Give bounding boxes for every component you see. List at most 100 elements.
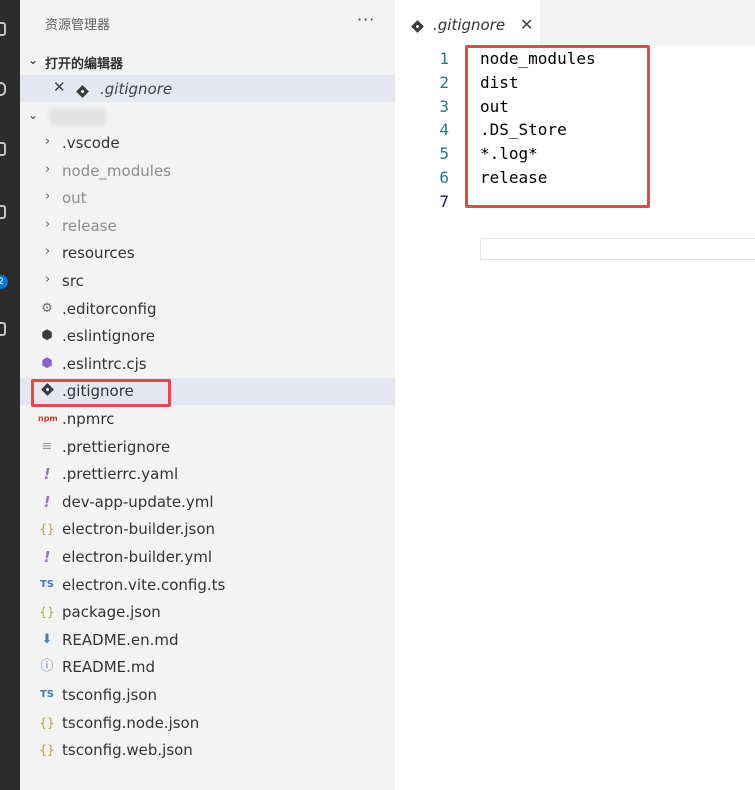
tab-label: .gitignore xyxy=(433,16,506,34)
open-editors-section[interactable]: ⌄ 打开的编辑器 xyxy=(20,51,395,73)
folder-item[interactable]: › node_modules xyxy=(20,158,395,185)
current-line-highlight xyxy=(480,238,755,260)
file-item[interactable]: ≡ .prettierignore xyxy=(20,434,395,461)
folder-item[interactable]: › resources xyxy=(20,240,395,267)
tree-item-label: .eslintignore xyxy=(62,327,155,346)
chevron-down-icon: ⌄ xyxy=(28,108,39,122)
file-item[interactable]: ⬢ .eslintrc.cjs xyxy=(20,351,395,378)
extensions-icon[interactable] xyxy=(0,322,6,336)
git-icon xyxy=(76,81,89,100)
chevron-right-icon: › xyxy=(45,134,51,149)
run-debug-icon[interactable] xyxy=(0,205,6,219)
tree-item-label: resources xyxy=(62,244,135,263)
file-item[interactable]: npm .npmrc xyxy=(20,406,395,433)
json-icon: {} xyxy=(39,605,55,620)
file-item[interactable]: {} tsconfig.web.json xyxy=(20,737,395,764)
file-item[interactable]: ! dev-app-update.yml xyxy=(20,489,395,516)
file-item[interactable]: {} electron-builder.json xyxy=(20,516,395,543)
tree-item-label: release xyxy=(62,216,117,235)
json-icon: {} xyxy=(39,715,55,730)
line-number: 6 xyxy=(439,168,449,187)
highlight-annotation-sidebar xyxy=(31,379,171,407)
tree-item-label: tsconfig.node.json xyxy=(62,713,200,732)
explorer-icon[interactable] xyxy=(0,22,6,36)
tab-gitignore[interactable]: .gitignore ✕ xyxy=(395,0,540,46)
tab-strip xyxy=(540,0,755,46)
file-item[interactable]: ⬢ .eslintignore xyxy=(20,323,395,350)
close-icon[interactable]: ✕ xyxy=(53,78,66,96)
tree-item-label: .npmrc xyxy=(62,410,115,428)
line-number: 5 xyxy=(439,144,449,164)
line-number: 3 xyxy=(439,96,449,116)
activity-bar: 2 xyxy=(0,0,20,790)
chevron-right-icon: › xyxy=(45,244,51,260)
tree-item-label: out xyxy=(62,189,87,208)
tree-item-label: electron-builder.yml xyxy=(62,548,213,566)
line-number: 7 xyxy=(439,191,449,211)
tree-item-label: tsconfig.web.json xyxy=(62,741,193,760)
file-item[interactable]: ! electron-builder.yml xyxy=(20,544,395,571)
file-item[interactable]: TS tsconfig.json xyxy=(20,682,395,709)
open-editor-item[interactable]: ✕ .gitignore xyxy=(20,75,395,102)
npm-icon: npm xyxy=(38,414,58,423)
close-tab-icon[interactable]: ✕ xyxy=(520,15,533,34)
info-icon: ⓘ xyxy=(40,659,54,675)
explorer-title: 资源管理器 xyxy=(45,18,111,33)
chevron-right-icon: › xyxy=(45,272,51,287)
download-arrow-icon: ⬇ xyxy=(41,631,53,647)
tree-item-label: dev-app-update.yml xyxy=(62,492,214,511)
open-editor-label: .gitignore xyxy=(100,80,173,98)
file-item[interactable]: TS electron.vite.config.ts xyxy=(20,572,395,599)
tree-item-label: src xyxy=(62,272,84,290)
folder-item[interactable]: › release xyxy=(20,213,395,240)
tree-item-label: tsconfig.json xyxy=(62,686,158,704)
tree-item-label: README.md xyxy=(62,658,156,677)
chevron-right-icon: › xyxy=(45,189,51,205)
eslint-purple-icon: ⬢ xyxy=(41,355,53,371)
tree-item-label: package.json xyxy=(62,603,161,622)
notification-badge: 2 xyxy=(0,275,8,289)
search-icon[interactable] xyxy=(0,82,6,96)
folder-item[interactable]: › src xyxy=(20,268,395,295)
workspace-root-folder[interactable]: ⌄ xyxy=(20,106,395,130)
redacted-folder-name xyxy=(50,108,106,126)
json-icon: {} xyxy=(39,743,55,758)
yaml-icon: ! xyxy=(43,465,51,484)
tree-item-label: .editorconfig xyxy=(62,299,157,318)
yaml-icon: ! xyxy=(43,492,51,511)
file-item[interactable]: ⚙ .editorconfig xyxy=(20,296,395,323)
explorer-sidebar: 资源管理器 ··· ⌄ 打开的编辑器 ✕ .gitignore ⌄ › .vsco… xyxy=(20,0,395,790)
tree-item-label: .prettierrc.yaml xyxy=(62,465,179,484)
tree-item-label: node_modules xyxy=(62,161,171,180)
folder-item[interactable]: › out xyxy=(20,185,395,212)
yaml-icon: ! xyxy=(43,548,51,566)
typescript-icon: TS xyxy=(39,578,55,590)
line-number: 1 xyxy=(439,49,449,68)
file-item[interactable]: ⓘ README.md xyxy=(20,654,395,681)
chevron-right-icon: › xyxy=(45,216,51,232)
tree-item-label: .prettierignore xyxy=(62,437,171,456)
gear-icon: ⚙ xyxy=(41,300,53,316)
highlight-annotation-editor xyxy=(465,45,650,208)
source-control-icon[interactable] xyxy=(0,142,6,156)
folder-item[interactable]: › .vscode xyxy=(20,130,395,157)
chevron-down-icon: ⌄ xyxy=(28,53,39,67)
open-editors-title: 打开的编辑器 xyxy=(45,57,124,72)
chevron-right-icon: › xyxy=(45,161,51,177)
file-item[interactable]: ! .prettierrc.yaml xyxy=(20,461,395,488)
git-icon xyxy=(411,17,424,35)
file-item[interactable]: ⬇ README.en.md xyxy=(20,627,395,654)
file-item[interactable]: {} tsconfig.node.json xyxy=(20,710,395,737)
tree-item-label: electron-builder.json xyxy=(62,520,216,539)
more-actions-button[interactable]: ··· xyxy=(357,10,375,29)
eslint-icon: ⬢ xyxy=(41,328,53,344)
line-number: 2 xyxy=(439,72,449,92)
tree-item-label: electron.vite.config.ts xyxy=(62,575,226,594)
tsconfig-icon: TS xyxy=(39,689,55,700)
editor-area: .gitignore ✕ 1 node_modules 2 dist 3 out 4 .DS_… xyxy=(395,0,755,790)
file-item[interactable]: {} package.json xyxy=(20,599,395,626)
tree-item-label: .eslintrc.cjs xyxy=(62,354,147,373)
lines-icon: ≡ xyxy=(41,438,53,454)
json-icon: {} xyxy=(39,522,55,537)
tree-item-label: README.en.md xyxy=(62,630,179,649)
